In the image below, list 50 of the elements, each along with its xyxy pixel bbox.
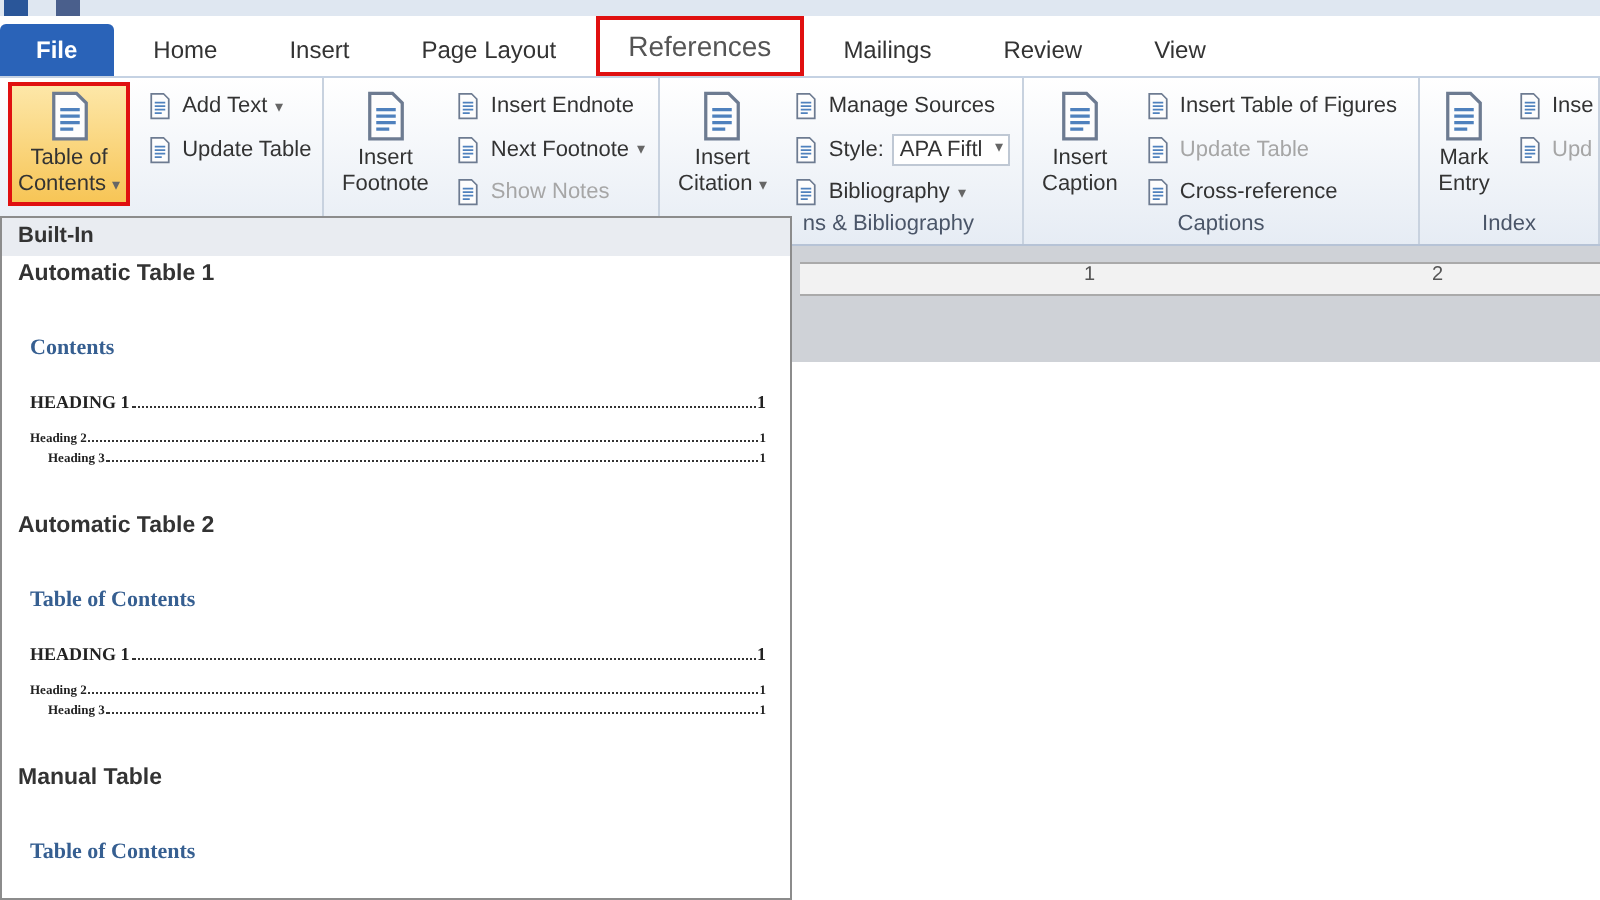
- toc-entry: HEADING 1 1: [30, 644, 766, 668]
- page-icon: [792, 178, 821, 207]
- ribbon-large-button[interactable]: Insert Caption: [1032, 82, 1128, 206]
- page-icon: [1143, 178, 1172, 207]
- page-icon: [146, 136, 175, 164]
- menu-section-title: Automatic Table 1: [18, 262, 215, 286]
- group-label: Index: [1482, 212, 1536, 236]
- ribbon-tab[interactable]: Page Layout: [389, 24, 589, 76]
- ribbon-button[interactable]: Insert Endnote: [450, 86, 650, 126]
- ribbon-button[interactable]: Bibliography ▾: [788, 172, 1015, 213]
- ribbon-large-button[interactable]: Table of Contents ▾: [8, 82, 131, 206]
- ribbon-large-button[interactable]: Insert Footnote: [332, 82, 439, 206]
- ribbon-tab[interactable]: References: [596, 16, 804, 76]
- toc-entry: HEADING 1 1: [30, 392, 766, 416]
- toc-heading: Table of Contents: [30, 588, 196, 612]
- toc-preview[interactable]: Table of Contents: [2, 796, 790, 872]
- group-label: ns & Bibliography: [802, 212, 974, 236]
- ribbon-tab[interactable]: File: [0, 24, 114, 76]
- ribbon-large-button[interactable]: Insert Citation ▾: [668, 82, 777, 206]
- ribbon-tab[interactable]: Insert: [257, 24, 382, 76]
- page-icon: [454, 178, 483, 207]
- menu-section-title: Automatic Table 2: [18, 514, 215, 538]
- ribbon-tab[interactable]: Mailings: [811, 24, 964, 76]
- ribbon-button[interactable]: Add Text ▾: [142, 86, 316, 126]
- group-label: Captions: [1177, 212, 1265, 236]
- ruler: 1 2: [800, 262, 1600, 296]
- menu-header: Built-In: [18, 224, 94, 248]
- ribbon-tab[interactable]: View: [1122, 24, 1238, 76]
- page-icon: [454, 135, 483, 163]
- ribbon-button[interactable]: Inse: [1512, 86, 1598, 126]
- page-icon: [1516, 136, 1544, 164]
- ribbon-button[interactable]: Manage Sources: [788, 86, 1015, 126]
- page-icon: [792, 91, 821, 120]
- ribbon-button[interactable]: Update Table: [142, 130, 316, 170]
- page-icon: [1516, 92, 1544, 120]
- ribbon-tab[interactable]: Home: [121, 24, 250, 76]
- menu-section-title: Manual Table: [18, 766, 162, 790]
- ribbon-button[interactable]: Next Footnote ▾: [450, 129, 650, 169]
- page-icon: [454, 91, 483, 120]
- toc-heading: Table of Contents: [30, 840, 196, 864]
- ribbon-tab[interactable]: Review: [971, 24, 1115, 76]
- ribbon-large-button[interactable]: Mark Entry: [1428, 82, 1500, 206]
- page-icon: [1143, 91, 1172, 120]
- page-icon: [792, 135, 821, 163]
- ribbon-button[interactable]: Insert Table of Figures: [1139, 86, 1402, 126]
- page-icon: [146, 92, 175, 120]
- ribbon-button[interactable]: Style: APA Fiftl ▾: [788, 129, 1015, 169]
- page-icon: [1143, 135, 1172, 163]
- ribbon-button[interactable]: Cross-reference: [1139, 172, 1402, 213]
- toc-heading: Contents: [30, 336, 115, 360]
